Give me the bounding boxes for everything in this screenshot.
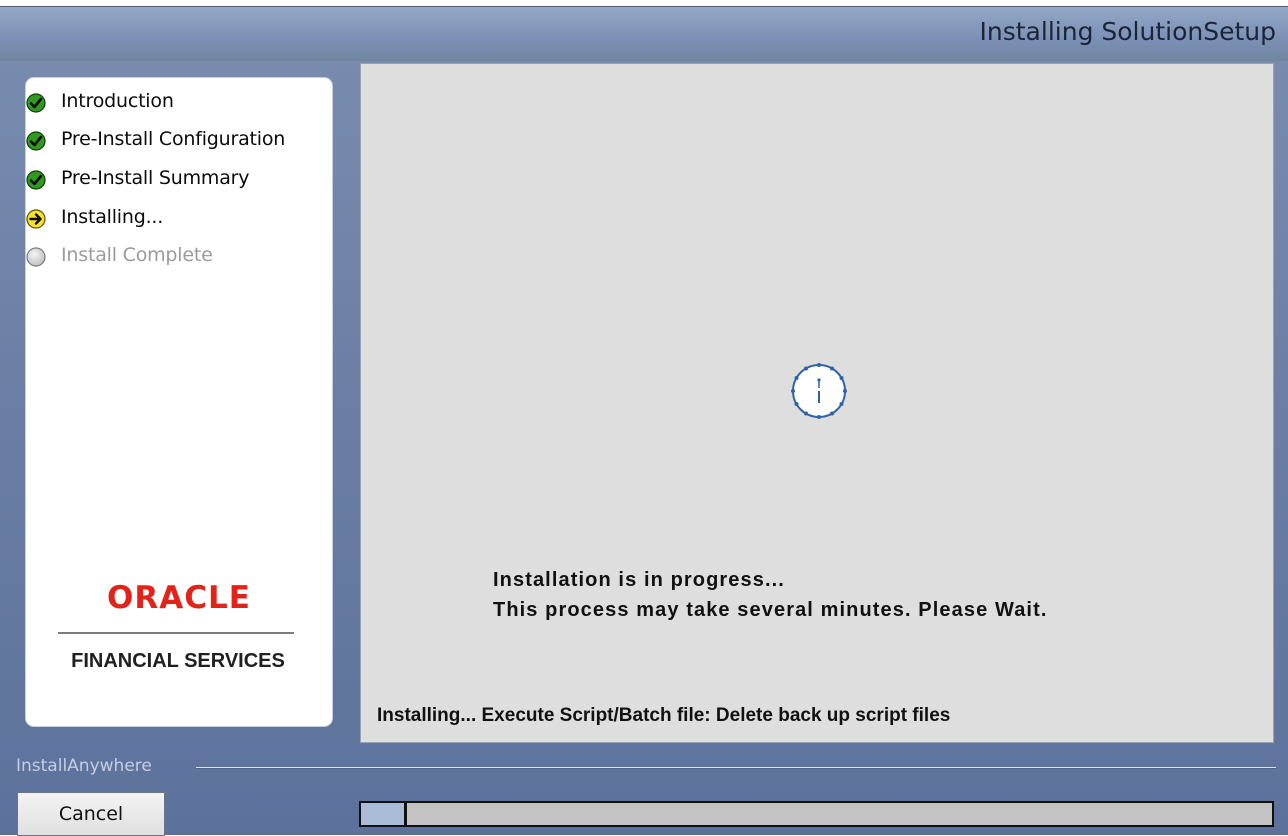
steps-panel: Introduction Pre-Install Configuration P… xyxy=(26,78,332,726)
installer-window: Installing SolutionSetup Introduction Pr… xyxy=(0,6,1288,836)
footer-divider xyxy=(196,767,1276,768)
step-label: Installing... xyxy=(61,206,164,228)
check-circle-icon xyxy=(26,131,46,151)
progress-fill xyxy=(361,803,407,825)
installanywhere-label: InstallAnywhere xyxy=(16,756,152,776)
arrow-right-circle-icon xyxy=(26,209,46,229)
step-introduction: Introduction xyxy=(26,87,332,117)
oracle-logo: ORACLE FINANCIAL SERVICES xyxy=(58,580,298,672)
check-circle-icon xyxy=(26,93,46,113)
step-install-complete: Install Complete xyxy=(26,241,332,271)
empty-circle-icon xyxy=(26,247,46,267)
step-label: Install Complete xyxy=(61,244,213,266)
message-line-2: This process may take several minutes. P… xyxy=(493,599,1048,621)
progress-bar xyxy=(359,801,1274,827)
brand-subtitle: FINANCIAL SERVICES xyxy=(71,650,285,672)
step-label: Pre-Install Configuration xyxy=(61,128,286,150)
title-bar: Installing SolutionSetup xyxy=(0,7,1288,61)
status-text: Installing... Execute Script/Batch file:… xyxy=(377,705,951,726)
step-label: Pre-Install Summary xyxy=(61,167,250,189)
cancel-button[interactable]: Cancel xyxy=(17,792,165,836)
step-pre-install-configuration: Pre-Install Configuration xyxy=(26,125,332,155)
brand-divider xyxy=(58,632,294,634)
step-installing: Installing... xyxy=(26,203,332,233)
check-circle-icon xyxy=(26,170,46,190)
step-pre-install-summary: Pre-Install Summary xyxy=(26,164,332,194)
window-title: Installing SolutionSetup xyxy=(979,17,1276,46)
message-line-1: Installation is in progress... xyxy=(493,569,785,591)
clock-spinner-icon xyxy=(789,361,849,421)
content-panel: Installation is in progress... This proc… xyxy=(360,63,1274,743)
step-label: Introduction xyxy=(61,90,174,112)
progress-message: Installation is in progress... This proc… xyxy=(493,565,1048,625)
brand-name: ORACLE xyxy=(107,580,251,616)
